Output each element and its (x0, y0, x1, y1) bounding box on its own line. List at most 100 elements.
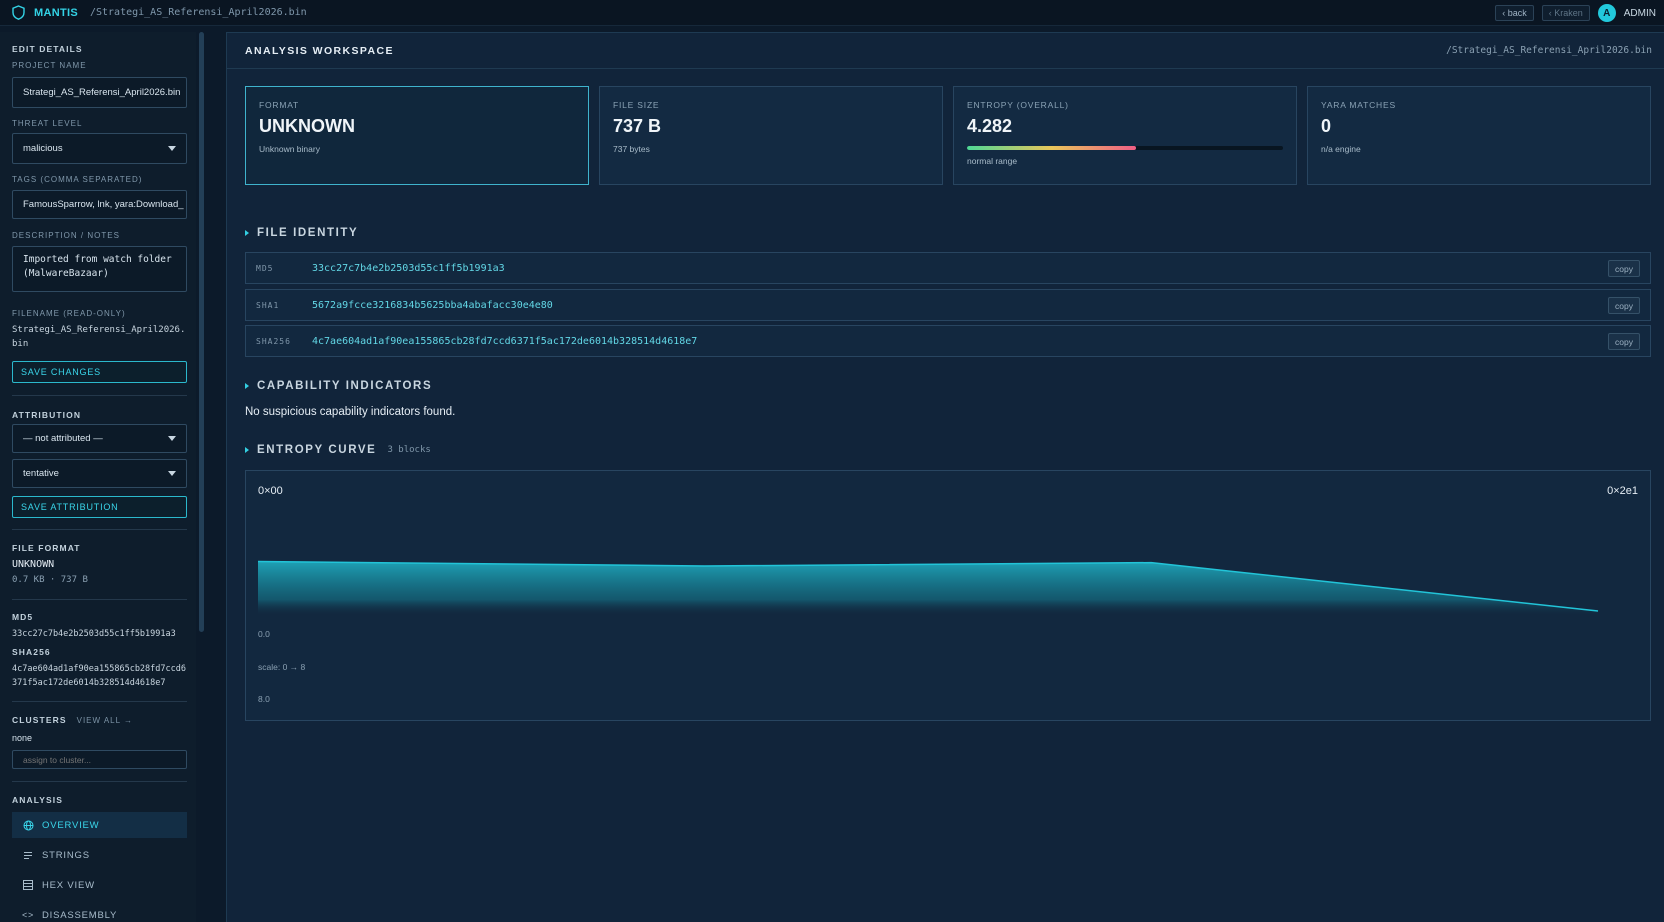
file-path: /Strategi_AS_Referensi_April2026.bin (89, 7, 307, 18)
user-label[interactable]: ADMIN (1624, 8, 1656, 19)
y-axis-min-label: 0.0 (258, 629, 270, 639)
entropy-curve-header[interactable]: ENTROPY CURVE 3 blocks (245, 444, 431, 456)
back-button[interactable]: ‹ back (1495, 5, 1534, 21)
confidence-select[interactable]: tentative (12, 459, 187, 488)
copy-button[interactable]: copy (1608, 260, 1640, 277)
card-sub: Unknown binary (259, 144, 320, 154)
capability-header[interactable]: CAPABILITY INDICATORS (245, 380, 432, 392)
analysis-workspace: ANALYSIS WORKSPACE /Strategi_AS_Referens… (226, 32, 1664, 922)
save-changes-button[interactable]: SAVE CHANGES (12, 361, 187, 383)
chevron-down-icon (168, 471, 176, 476)
divider (12, 599, 187, 600)
nav-label: DISASSEMBLY (42, 909, 118, 921)
entropy-card[interactable]: ENTROPY (OVERALL) 4.282 normal range (953, 86, 1297, 185)
yara-card[interactable]: YARA MATCHES 0 n/a engine (1307, 86, 1651, 185)
attribution-title: ATTRIBUTION (12, 410, 82, 420)
nav-item-disassembly[interactable]: <> DISASSEMBLY (12, 902, 187, 922)
clusters-header: CLUSTERS VIEW ALL → (12, 715, 187, 725)
threat-level-value: malicious (23, 143, 63, 154)
sha256-value: 4c7ae604ad1af90ea155865cb28fd7ccd6371f5a… (12, 664, 186, 688)
avatar[interactable]: A (1597, 4, 1616, 22)
nav-item-overview[interactable]: OVERVIEW (12, 812, 187, 838)
tags-input[interactable]: FamousSparrow, lnk, yara:Download_ (12, 190, 187, 219)
filename-label: FILENAME (READ-ONLY) (12, 309, 126, 318)
card-label: YARA MATCHES (1321, 100, 1396, 110)
divider (12, 781, 187, 782)
hash-value[interactable]: 5672a9fcce3216834b5625bba4abafacc30e4e80 (312, 300, 553, 311)
workspace-path: /Strategi_AS_Referensi_April2026.bin (1446, 45, 1652, 56)
entropy-bar-fill (967, 146, 1137, 150)
hash-key: SHA256 (256, 336, 291, 346)
hash-row-sha256: SHA256 4c7ae604ad1af90ea155865cb28fd7ccd… (245, 325, 1651, 357)
card-sub: normal range (967, 156, 1018, 166)
nav-label: OVERVIEW (42, 819, 100, 831)
chevron-down-icon (168, 146, 176, 151)
clusters-title: CLUSTERS (12, 715, 67, 725)
scale-label: scale: 0 → 8 (258, 662, 306, 672)
copy-button[interactable]: copy (1608, 297, 1640, 314)
confidence-value: tentative (23, 468, 59, 479)
entropy-bar (967, 146, 1283, 150)
card-sub: n/a engine (1321, 144, 1361, 154)
lines-icon (22, 849, 34, 861)
assign-cluster-input[interactable] (12, 750, 187, 769)
edit-details-title: EDIT DETAILS (12, 44, 83, 54)
card-value: 737 B (613, 116, 662, 136)
filename-value: Strategi_AS_Referensi_April2026.bin (12, 325, 186, 349)
page-title: ANALYSIS WORKSPACE (245, 45, 394, 57)
card-label: ENTROPY (OVERALL) (967, 100, 1069, 110)
entropy-curve-chart: 0×00 0×2e1 0.0 scale: 0 → 8 8.0 (245, 470, 1651, 721)
card-label: FILE SIZE (613, 100, 660, 110)
file-size-value: 0.7 KB · 737 B (12, 575, 88, 585)
nav-item-hex-view[interactable]: HEX VIEW (12, 872, 187, 898)
nav-label: STRINGS (42, 849, 90, 861)
kraken-button[interactable]: ‹ Kraken (1541, 5, 1590, 21)
description-textarea[interactable]: Imported from watch folder (MalwareBazaa… (12, 246, 187, 292)
attribution-select[interactable]: — not attributed — (12, 424, 187, 453)
threat-level-select[interactable]: malicious (12, 133, 187, 164)
hash-row-sha1: SHA1 5672a9fcce3216834b5625bba4abafacc30… (245, 289, 1651, 321)
nav-label: HEX VIEW (42, 879, 95, 891)
hash-value[interactable]: 4c7ae604ad1af90ea155865cb28fd7ccd6371f5a… (312, 336, 697, 347)
workspace-header: ANALYSIS WORKSPACE /Strategi_AS_Referens… (227, 33, 1664, 69)
md5-label: MD5 (12, 612, 34, 622)
view-all-link[interactable]: VIEW ALL → (77, 716, 133, 725)
card-sub: 737 bytes (613, 144, 650, 154)
y-axis-max-label: 8.0 (258, 694, 270, 704)
card-value: UNKNOWN (259, 116, 355, 136)
capability-empty-message: No suspicious capability indicators foun… (245, 406, 456, 418)
file-size-card[interactable]: FILE SIZE 737 B 737 bytes (599, 86, 943, 185)
description-text: Imported from watch folder (MalwareBazaa… (23, 254, 172, 279)
clusters-value: none (12, 733, 33, 743)
section-title: ENTROPY CURVE (257, 444, 377, 456)
top-bar: MANTIS /Strategi_AS_Referensi_April2026.… (0, 0, 1664, 26)
divider (12, 701, 187, 702)
triangle-icon (245, 383, 249, 389)
file-format-title: FILE FORMAT (12, 543, 81, 553)
file-identity-header[interactable]: FILE IDENTITY (245, 227, 358, 239)
project-name-input[interactable]: Strategi_AS_Referensi_April2026.bin (12, 77, 187, 108)
threat-level-label: THREAT LEVEL (12, 119, 83, 128)
section-title: FILE IDENTITY (257, 227, 359, 239)
format-card[interactable]: FORMAT UNKNOWN Unknown binary (245, 86, 589, 185)
block-count: 3 blocks (387, 445, 431, 455)
code-icon: <> (21, 910, 35, 920)
sha256-label: SHA256 (12, 647, 51, 657)
entropy-curve-svg (258, 560, 1599, 616)
triangle-icon (245, 230, 249, 236)
file-format-value: UNKNOWN (12, 559, 55, 570)
hash-row-md5: MD5 33cc27c7b4e2b2503d55c1ff5b1991a3 cop… (245, 252, 1651, 284)
copy-button[interactable]: copy (1608, 333, 1640, 350)
md5-value: 33cc27c7b4e2b2503d55c1ff5b1991a3 (12, 629, 176, 639)
app-name[interactable]: MANTIS (34, 7, 78, 19)
chevron-down-icon (168, 436, 176, 441)
save-attribution-button[interactable]: SAVE ATTRIBUTION (12, 496, 187, 518)
globe-icon (22, 819, 34, 831)
nav-item-strings[interactable]: STRINGS (12, 842, 187, 868)
project-name-label: PROJECT NAME (12, 61, 87, 70)
summary-cards: FORMAT UNKNOWN Unknown binary FILE SIZE … (245, 86, 1651, 185)
divider (12, 529, 187, 530)
hash-value[interactable]: 33cc27c7b4e2b2503d55c1ff5b1991a3 (312, 263, 505, 274)
sidebar-scrollbar[interactable] (199, 32, 204, 632)
card-label: FORMAT (259, 100, 300, 110)
